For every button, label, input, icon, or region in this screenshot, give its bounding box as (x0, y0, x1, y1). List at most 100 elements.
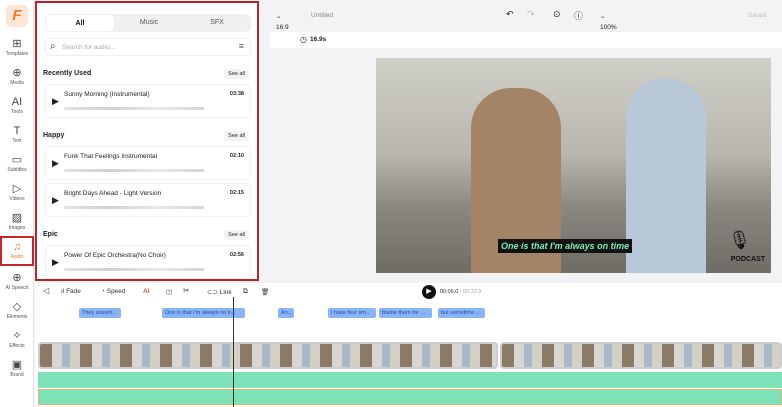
videos-icon: ▷ (12, 183, 22, 195)
music-note-icon: ♫ (12, 241, 22, 253)
fade-button[interactable]: ıl Fade (61, 288, 81, 295)
audio-tabs: All Music SFX (45, 14, 251, 32)
rail-label: Audio (10, 254, 24, 260)
caption-chip[interactable]: blame them for ... (379, 308, 432, 318)
rail-text[interactable]: T Text (0, 125, 34, 144)
undo-icon[interactable]: ↶ (506, 9, 514, 20)
track-card[interactable]: ▶ Bright Days Ahead - Light Version 02:15 (45, 183, 251, 217)
track-name: Sunny Morning (Instrumental) (64, 91, 150, 98)
waveform (64, 169, 204, 172)
duration-label: 16.9s (310, 36, 327, 43)
elements-icon: ◇ (12, 301, 22, 313)
rail-brand[interactable]: ▣ Brand (0, 359, 34, 378)
play-button[interactable]: ▶ (422, 285, 436, 299)
rail-label: Text (12, 138, 22, 144)
track-duration: 02:10 (229, 153, 244, 159)
caption-overlay[interactable]: One is that I'm always on time (498, 239, 633, 253)
waveform (64, 206, 204, 209)
track-card[interactable]: ▶ Power Of Epic Orchestra(No Choir) 02:56 (45, 245, 251, 279)
section-title: Happy (43, 132, 65, 139)
redo-icon[interactable]: ↷ (527, 9, 535, 20)
track-card[interactable]: ▶ Sunny Morning (Instrumental) 03:38 (45, 84, 251, 118)
split-icon[interactable]: ◫ (166, 288, 172, 296)
see-all-button[interactable]: See all (224, 131, 249, 141)
saved-button[interactable]: Saved (748, 12, 766, 19)
play-icon[interactable]: ▶ (52, 96, 59, 107)
play-icon[interactable]: ▶ (52, 158, 59, 169)
brand-icon: ▣ (11, 359, 23, 371)
audio-track[interactable] (38, 372, 782, 388)
audio-track-selected[interactable] (38, 389, 782, 405)
track-name: Bright Days Ahead - Light Version (64, 190, 162, 197)
project-title[interactable]: Untitled (311, 12, 333, 19)
rail-label: Videos (9, 196, 25, 202)
tab-music[interactable]: Music (115, 14, 183, 32)
play-icon[interactable]: ▶ (52, 257, 59, 268)
help-icon[interactable]: ⓘ (574, 9, 583, 22)
images-icon: ▨ (11, 212, 23, 224)
app-logo: F (6, 5, 28, 27)
link-button[interactable]: ⊂⊃ Link (207, 288, 232, 296)
tab-all[interactable]: All (46, 15, 114, 31)
aspect-ratio-select[interactable]: 16:9 ⌄ (276, 12, 289, 31)
canvas-toolbar: ◷ 16.9s (270, 32, 782, 48)
filter-icon[interactable]: ≡ (239, 41, 244, 51)
track-duration: 02:56 (229, 252, 244, 258)
subtitles-icon: ▭ (11, 154, 23, 166)
track-card[interactable]: ▶ Funk That Feelings Instrumental 02:10 (45, 146, 251, 180)
link-label: Link (219, 289, 232, 296)
caption-chip[interactable]: They assum... (79, 308, 121, 318)
caption-chip[interactable]: An... (278, 308, 294, 318)
see-all-button[interactable]: See all (224, 69, 249, 79)
rail-elements[interactable]: ◇ Elements (0, 301, 34, 320)
effects-icon: ✧ (12, 330, 22, 342)
rail-media[interactable]: ⊕ Media (0, 67, 34, 86)
rail-label: AI Speech (5, 285, 29, 291)
play-icon[interactable]: ▶ (52, 195, 59, 206)
time-readout: 00:06.0 / 00:33.9 (440, 289, 481, 295)
rail-videos[interactable]: ▷ Videos (0, 183, 34, 202)
volume-icon[interactable]: ◁ (43, 286, 49, 295)
track-duration: 03:38 (229, 91, 244, 97)
delete-icon[interactable]: 🗑 (261, 288, 269, 296)
timeline: ◁ ıl Fade ◔ Speed AI ◫ ✂ ⊂⊃ Link ⧉ 🗑 ▶ 0… (35, 283, 782, 407)
total-time: / 00:33.9 (459, 289, 482, 295)
speed-button[interactable]: ◔ Speed (101, 288, 126, 295)
video-preview[interactable]: One is that I'm always on time 🎙 PODCAST (376, 58, 771, 273)
video-clip[interactable] (500, 342, 782, 369)
rail-subtitles[interactable]: ▭ Subtitles (0, 154, 34, 173)
caption-chip[interactable]: but sometime... (438, 308, 485, 318)
clock-icon: ◷ (300, 35, 307, 44)
zoom-value: 100% (600, 24, 617, 31)
rail-images[interactable]: ▨ Images (0, 212, 34, 231)
audio-search[interactable]: ⌕ Search for audio... ≡ (45, 38, 251, 56)
ai-icon[interactable]: AI (143, 288, 150, 295)
rail-label: Media (10, 80, 24, 86)
rail-audio[interactable]: ♫ Audio (0, 236, 34, 266)
video-clip[interactable] (38, 342, 498, 369)
rail-label: Images (8, 225, 26, 231)
caption-chip[interactable]: I have four sm... (328, 308, 376, 318)
duplicate-icon[interactable]: ⧉ (243, 288, 248, 296)
section-title: Epic (43, 231, 58, 238)
aspect-ratio-value: 16:9 (276, 24, 289, 31)
rail-tools[interactable]: AI Tools (0, 96, 34, 115)
tab-sfx[interactable]: SFX (183, 14, 251, 32)
rail-label: Brand (10, 372, 24, 378)
playhead[interactable] (233, 297, 234, 407)
rail-templates[interactable]: ⊞ Templates (0, 38, 34, 57)
preview-icon[interactable]: ⊙ (553, 9, 561, 20)
rail-label: Tools (11, 109, 23, 115)
scissors-icon[interactable]: ✂ (183, 286, 190, 295)
rail-ai-speech[interactable]: ⊕ AI Speech (0, 272, 34, 291)
speed-label: Speed (106, 288, 126, 295)
left-rail: F ⊞ Templates ⊕ Media AI Tools T Text ▭ Subti… (0, 0, 34, 407)
see-all-button[interactable]: See all (224, 230, 249, 240)
track-name: Funk That Feelings Instrumental (64, 153, 158, 160)
search-icon: ⌕ (50, 41, 56, 52)
rail-effects[interactable]: ✧ Effects (0, 330, 34, 349)
search-input[interactable]: Search for audio... (62, 44, 115, 51)
rail-label: Effects (9, 343, 25, 349)
zoom-select[interactable]: 100% ⌄ (600, 12, 617, 31)
track-name: Power Of Epic Orchestra(No Choir) (64, 252, 166, 259)
